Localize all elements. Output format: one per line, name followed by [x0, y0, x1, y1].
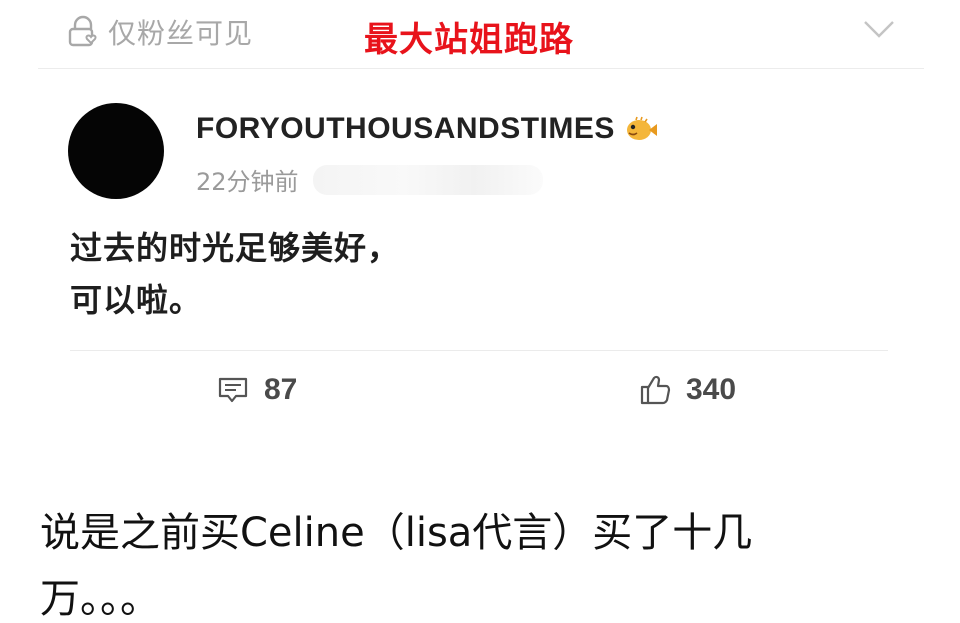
post-body: 过去的时光足够美好， 可以啦。 [70, 222, 870, 326]
screenshot: 仅粉丝可见 最大站姐跑路 FORYOUTHOUSANDSTIMES 22分钟前 … [0, 0, 960, 623]
comment-count: 87 [264, 373, 298, 406]
caption-line: 说是之前买Celine（lisa代言）买了十几 [40, 510, 753, 556]
like-button[interactable]: 340 [638, 368, 736, 412]
visibility-indicator: 仅粉丝可见 [66, 12, 253, 52]
meta-row: 22分钟前 [196, 162, 543, 197]
blurred-source [312, 164, 543, 195]
comment-button[interactable]: 87 [216, 368, 297, 412]
chevron-down-icon[interactable] [862, 16, 896, 42]
lock-heart-icon [68, 15, 97, 47]
author-row: FORYOUTHOUSANDSTIMES [196, 112, 659, 146]
username[interactable]: FORYOUTHOUSANDSTIMES [196, 112, 615, 146]
caption: 说是之前买Celine（lisa代言）买了十几 万。。。 [40, 500, 920, 623]
post-header-bar: 仅粉丝可见 最大站姐跑路 [0, 0, 960, 68]
visibility-label: 仅粉丝可见 [108, 17, 254, 50]
pufferfish-badge-icon [626, 116, 657, 140]
caption-line: 万。。。 [40, 576, 160, 622]
thumbs-up-icon [640, 375, 671, 405]
post-line: 过去的时光足够美好， [70, 229, 401, 267]
post-line: 可以啦。 [70, 281, 203, 319]
divider [38, 68, 924, 69]
divider [70, 350, 888, 351]
comment-icon [218, 377, 248, 403]
like-count: 340 [686, 373, 737, 406]
avatar[interactable] [68, 103, 164, 199]
overlay-title: 最大站姐跑路 [364, 20, 574, 60]
post-timestamp: 22分钟前 [196, 168, 299, 196]
